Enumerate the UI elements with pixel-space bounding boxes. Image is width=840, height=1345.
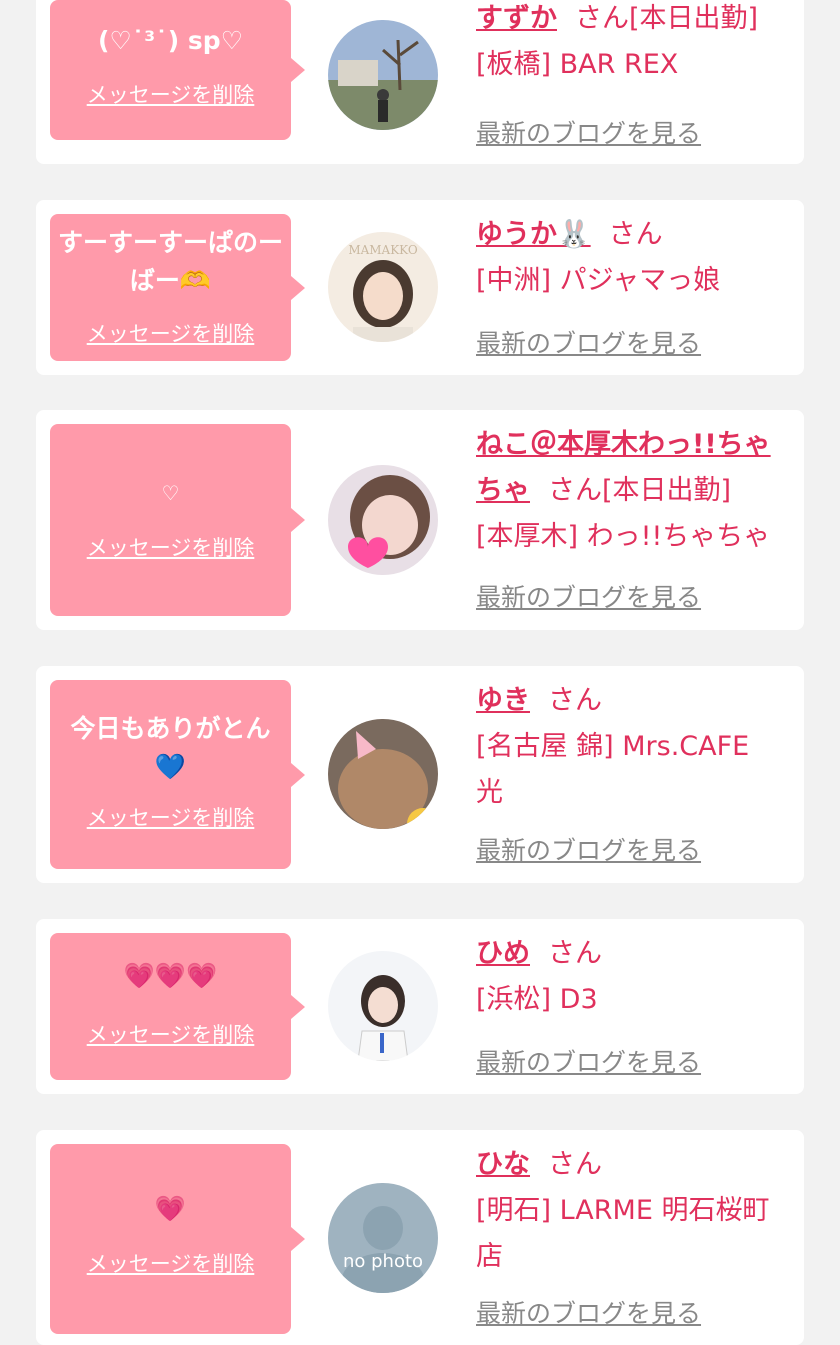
card-info: ひめ さん [浜松] D3 xyxy=(476,931,788,1023)
message-bubble: ♡ メッセージを削除 xyxy=(50,424,305,616)
shop-label: 店 xyxy=(476,1241,503,1272)
latest-blog-link[interactable]: 最新のブログを見る xyxy=(476,324,701,360)
message-text: ♡ xyxy=(161,481,180,505)
girl-name-link[interactable]: すずか xyxy=(476,3,557,34)
latest-blog-link[interactable]: 最新のブログを見る xyxy=(476,114,701,150)
message-bubble: すーすーすーぱのーばー🫶 メッセージを削除 xyxy=(50,214,305,361)
latest-blog-link[interactable]: 最新のブログを見る xyxy=(476,831,701,867)
message-text: すーすーすーぱのーばー🫶 xyxy=(58,228,284,295)
status-label: [本日出勤] xyxy=(629,3,759,34)
delete-message-link[interactable]: メッセージを削除 xyxy=(50,1019,291,1049)
avatar[interactable]: no photo xyxy=(328,1183,438,1293)
honorific: さん xyxy=(548,475,602,506)
honorific: さん xyxy=(575,3,629,34)
delete-message-link[interactable]: メッセージを削除 xyxy=(50,802,291,832)
card-info: ゆき さん [名古屋 錦] Mrs.CAFE 光 xyxy=(476,678,788,816)
latest-blog-link[interactable]: 最新のブログを見る xyxy=(476,1043,701,1079)
shop-label: [板橋] BAR REX xyxy=(476,49,679,80)
name-line: ひめ さん xyxy=(476,931,788,977)
message-card: ♡ メッセージを削除 ねこ＠本厚木わっ!!ちゃ ちゃ さん[本日出勤] [本厚木]… xyxy=(36,410,804,630)
name-line: ちゃ さん[本日出勤] xyxy=(476,468,788,514)
shop-label: [明石] LARME 明石桜町 xyxy=(476,1195,770,1226)
girl-name-link[interactable]: ねこ＠本厚木わっ!!ちゃ xyxy=(476,429,771,460)
girl-name-link[interactable]: ゆうか🐰 xyxy=(476,219,591,250)
message-text: 今日もありがとん💙 xyxy=(70,714,271,781)
message-card: (♡˙³˙) sp♡ メッセージを削除 すずか さん[本日出勤] [板橋] BAR… xyxy=(36,0,804,164)
message-bubble: 今日もありがとん💙 メッセージを削除 xyxy=(50,680,305,869)
shop-label: [名古屋 錦] Mrs.CAFE xyxy=(476,731,750,762)
shop-label: [中洲] パジャマっ娘 xyxy=(476,265,721,296)
card-info: すずか さん[本日出勤] [板橋] BAR REX xyxy=(476,0,788,88)
delete-message-link[interactable]: メッセージを削除 xyxy=(50,79,291,109)
avatar[interactable] xyxy=(328,20,438,130)
message-bubble: 💗💗💗 メッセージを削除 xyxy=(50,933,305,1080)
message-card: 今日もありがとん💙 メッセージを削除 ゆき さん [名古屋 錦] Mrs.CAFE… xyxy=(36,666,804,883)
avatar[interactable] xyxy=(328,719,438,829)
avatar[interactable] xyxy=(328,465,438,575)
message-card: 💗💗💗 メッセージを削除 ひめ さん [浜松] D3 最新のブログを見る xyxy=(36,919,804,1094)
name-line: ねこ＠本厚木わっ!!ちゃ xyxy=(476,422,788,468)
honorific: さん xyxy=(608,219,663,250)
honorific: さん xyxy=(548,1149,602,1180)
message-text: 💗💗💗 xyxy=(123,961,218,990)
status-label: [本日出勤] xyxy=(602,475,732,506)
girl-name-link[interactable]: ひめ xyxy=(476,938,530,969)
message-text: (♡˙³˙) sp♡ xyxy=(97,26,244,55)
message-card: すーすーすーぱのーばー🫶 メッセージを削除 MAMAKKO ゆうか🐰 さん [中洲… xyxy=(36,200,804,375)
delete-message-link[interactable]: メッセージを削除 xyxy=(50,318,291,348)
honorific: さん xyxy=(548,685,602,716)
svg-text:MAMAKKO: MAMAKKO xyxy=(348,243,418,257)
latest-blog-link[interactable]: 最新のブログを見る xyxy=(476,578,701,614)
card-info: ゆうか🐰 さん [中洲] パジャマっ娘 xyxy=(476,212,788,304)
no-photo-text: no photo xyxy=(343,1251,423,1272)
message-text: 💗 xyxy=(154,1194,187,1223)
avatar[interactable] xyxy=(328,951,438,1061)
message-bubble: (♡˙³˙) sp♡ メッセージを削除 xyxy=(50,0,305,140)
avatar[interactable]: MAMAKKO xyxy=(328,232,438,342)
shop-label: [本厚木] わっ!!ちゃちゃ xyxy=(476,521,771,552)
shop-label: 光 xyxy=(476,777,503,808)
girl-name-link[interactable]: ちゃ xyxy=(476,475,530,506)
card-info: ねこ＠本厚木わっ!!ちゃ ちゃ さん[本日出勤] [本厚木] わっ!!ちゃちゃ xyxy=(476,422,788,560)
honorific: さん xyxy=(548,938,602,969)
name-line: すずか さん[本日出勤] xyxy=(476,0,788,42)
delete-message-link[interactable]: メッセージを削除 xyxy=(50,1248,291,1278)
girl-name-link[interactable]: ゆき xyxy=(476,685,530,716)
message-bubble: 💗 メッセージを削除 xyxy=(50,1144,305,1334)
girl-name-link[interactable]: ひな xyxy=(476,1149,530,1180)
delete-message-link[interactable]: メッセージを削除 xyxy=(50,532,291,562)
name-line: ゆき さん xyxy=(476,678,788,724)
latest-blog-link[interactable]: 最新のブログを見る xyxy=(476,1294,701,1330)
name-line: ひな さん xyxy=(476,1142,788,1188)
card-info: ひな さん [明石] LARME 明石桜町 店 xyxy=(476,1142,788,1280)
shop-label: [浜松] D3 xyxy=(476,984,598,1015)
name-line: ゆうか🐰 さん xyxy=(476,212,788,258)
message-card: 💗 メッセージを削除 no photo ひな さん [明石] LARME 明石桜町… xyxy=(36,1130,804,1345)
